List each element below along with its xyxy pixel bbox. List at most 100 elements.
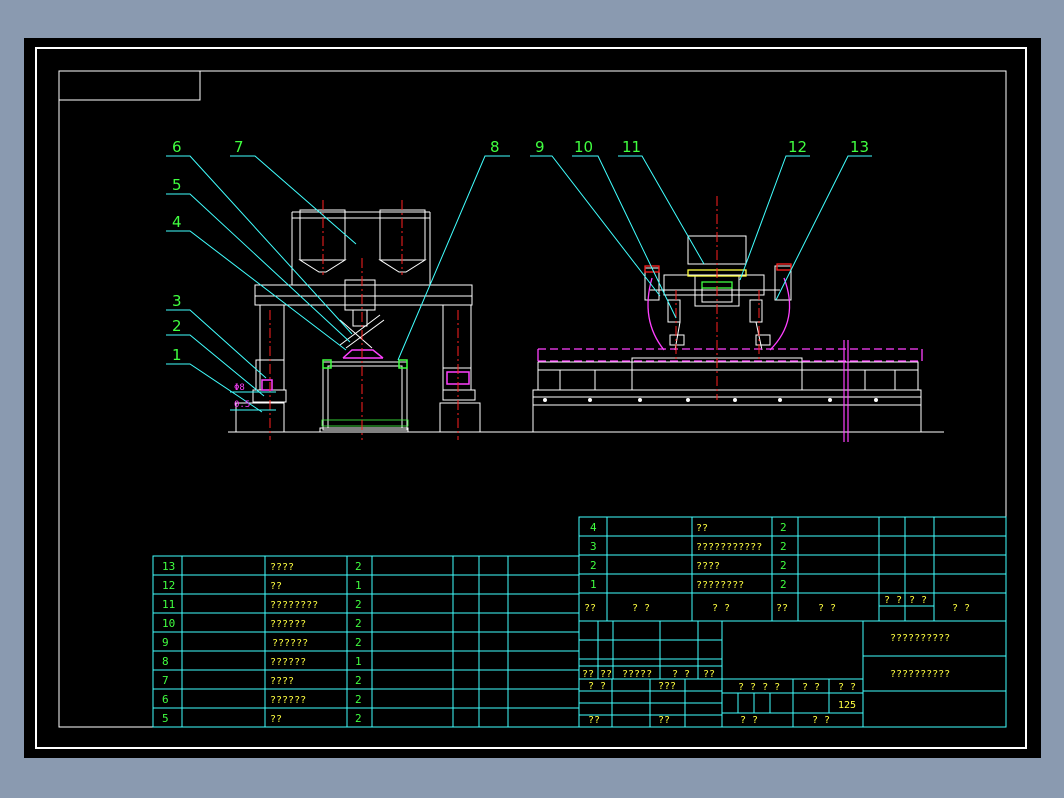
dimension-label-offset: 0.5: [234, 400, 250, 410]
bom-item-no: 3: [590, 540, 597, 553]
bom-item-qty: 2: [355, 712, 362, 725]
balloon-5: 5: [172, 176, 182, 194]
bom-header-weight-a: ? ?: [884, 595, 902, 606]
bom-item-qty: 2: [780, 559, 787, 572]
bom-header-name: ? ?: [712, 603, 730, 614]
weight-label: ? ?: [802, 682, 820, 693]
table-row: 5 ?? 2: [162, 712, 362, 725]
table-row: 12 ?? 1: [162, 579, 362, 592]
outer-border: [35, 47, 1027, 749]
bom-item-name: ???????????: [696, 542, 762, 553]
table-row: 6 ?????? 2: [162, 693, 362, 706]
left-gantry-view: [235, 209, 481, 433]
bom-item-name: ????: [696, 561, 720, 572]
bom-left-grid: [152, 555, 580, 728]
bom-item-qty: 2: [355, 693, 362, 706]
bom-item-qty: 2: [355, 617, 362, 630]
table-row: 9 ?????? 2: [162, 636, 362, 649]
balloon-1: 1: [172, 346, 182, 364]
bom-header-row: ?? ? ? ? ? ?? ? ? ? ? ? ? ? ?: [584, 595, 970, 614]
bom-item-no: 10: [162, 617, 175, 630]
balloon-12: 12: [788, 138, 807, 156]
bom-item-no: 4: [590, 521, 597, 534]
bom-item-name: ??????: [272, 638, 308, 649]
balloon-3: 3: [172, 292, 182, 310]
bom-item-name: ??????: [270, 657, 306, 668]
bom-item-qty: 2: [780, 521, 787, 534]
drawing-title-secondary: ??????????: [890, 669, 950, 680]
sign-row-doc: ?????: [622, 669, 652, 680]
right-view-highlights: [537, 263, 923, 362]
process-label: ??: [588, 715, 600, 726]
balloon-11: 11: [622, 138, 641, 156]
drawing-number-box: [58, 70, 201, 101]
bom-item-no: 6: [162, 693, 169, 706]
bom-item-qty: 2: [780, 540, 787, 553]
cad-drawing: 1 2 3 4 5 6 7 8 9 10 11 12 13 Φ8 0.5 13 …: [35, 47, 1027, 749]
bom-item-qty: 2: [780, 578, 787, 591]
balloon-7: 7: [234, 138, 244, 156]
dimension-label-diameter: Φ8: [234, 383, 245, 393]
bom-item-name: ??: [270, 714, 282, 725]
standardization-label: ???: [658, 681, 676, 692]
designer-label: ? ?: [588, 681, 606, 692]
bom-item-no: 7: [162, 674, 169, 687]
bom-item-qty: 1: [355, 655, 362, 668]
bom-item-name: ????: [270, 676, 294, 687]
sheet-number-label: ? ?: [812, 715, 830, 726]
balloon-6: 6: [172, 138, 182, 156]
table-row: 3 ??????????? 2: [590, 540, 787, 553]
drawing-viewport[interactable]: 1 2 3 4 5 6 7 8 9 10 11 12 13 Φ8 0.5 13 …: [24, 38, 1041, 758]
bom-header-weight-b: ? ?: [909, 595, 927, 606]
bom-item-name: ????????: [696, 580, 744, 591]
right-track-view: [532, 235, 922, 433]
bom-item-no: 12: [162, 579, 175, 592]
bom-item-no: 5: [162, 712, 169, 725]
bom-item-name: ??????: [270, 619, 306, 630]
bom-item-no: 2: [590, 559, 597, 572]
bom-item-name: ????????: [270, 600, 318, 611]
table-row: 13 ???? 2: [162, 560, 362, 573]
left-view-highlights: [261, 349, 470, 427]
bom-item-name: ??????: [270, 695, 306, 706]
right-view-centerlines: [675, 196, 760, 400]
table-row: 10 ?????? 2: [162, 617, 362, 630]
bom-header-qty: ??: [776, 603, 788, 614]
table-row: 11 ???????? 2: [162, 598, 362, 611]
bom-header-code: ? ?: [632, 603, 650, 614]
balloon-13: 13: [850, 138, 869, 156]
stage-label: ? ? ? ?: [738, 682, 780, 693]
sign-row-date: ??: [703, 669, 715, 680]
callout-leaders: [166, 155, 872, 413]
bom-item-no: 8: [162, 655, 169, 668]
bom-item-no: 1: [590, 578, 597, 591]
bom-item-qty: 2: [355, 636, 362, 649]
bom-item-qty: 1: [355, 579, 362, 592]
bom-item-qty: 2: [355, 598, 362, 611]
balloon-8: 8: [490, 138, 500, 156]
bom-item-qty: 2: [355, 674, 362, 687]
bom-item-qty: 2: [355, 560, 362, 573]
table-row: 7 ???? 2: [162, 674, 362, 687]
balloon-10: 10: [574, 138, 593, 156]
right-view-bolts: [543, 398, 878, 402]
table-row: 2 ???? 2: [590, 559, 787, 572]
balloon-4: 4: [172, 213, 182, 231]
drawing-title-primary: ??????????: [890, 633, 950, 644]
bom-right-rows: 4 ?? 2 3 ??????????? 2 2 ???? 2 1 ??????…: [584, 521, 970, 614]
sheet-total-label: ? ?: [740, 715, 758, 726]
sign-row-mark: ??: [582, 669, 594, 680]
balloon-2: 2: [172, 317, 182, 335]
scale-label: ? ?: [838, 682, 856, 693]
right-view-section-line: [843, 340, 849, 442]
bom-header-remark: ? ?: [952, 603, 970, 614]
bom-item-name: ??: [270, 581, 282, 592]
bom-header-no: ??: [584, 603, 596, 614]
bom-item-no: 11: [162, 598, 175, 611]
sign-row-signature: ? ?: [672, 669, 690, 680]
bom-item-name: ????: [270, 562, 294, 573]
table-row: 4 ?? 2: [590, 521, 787, 534]
table-row: 8 ?????? 1: [162, 655, 362, 668]
scale-value: 125: [838, 700, 856, 711]
table-row: 1 ???????? 2: [590, 578, 787, 591]
